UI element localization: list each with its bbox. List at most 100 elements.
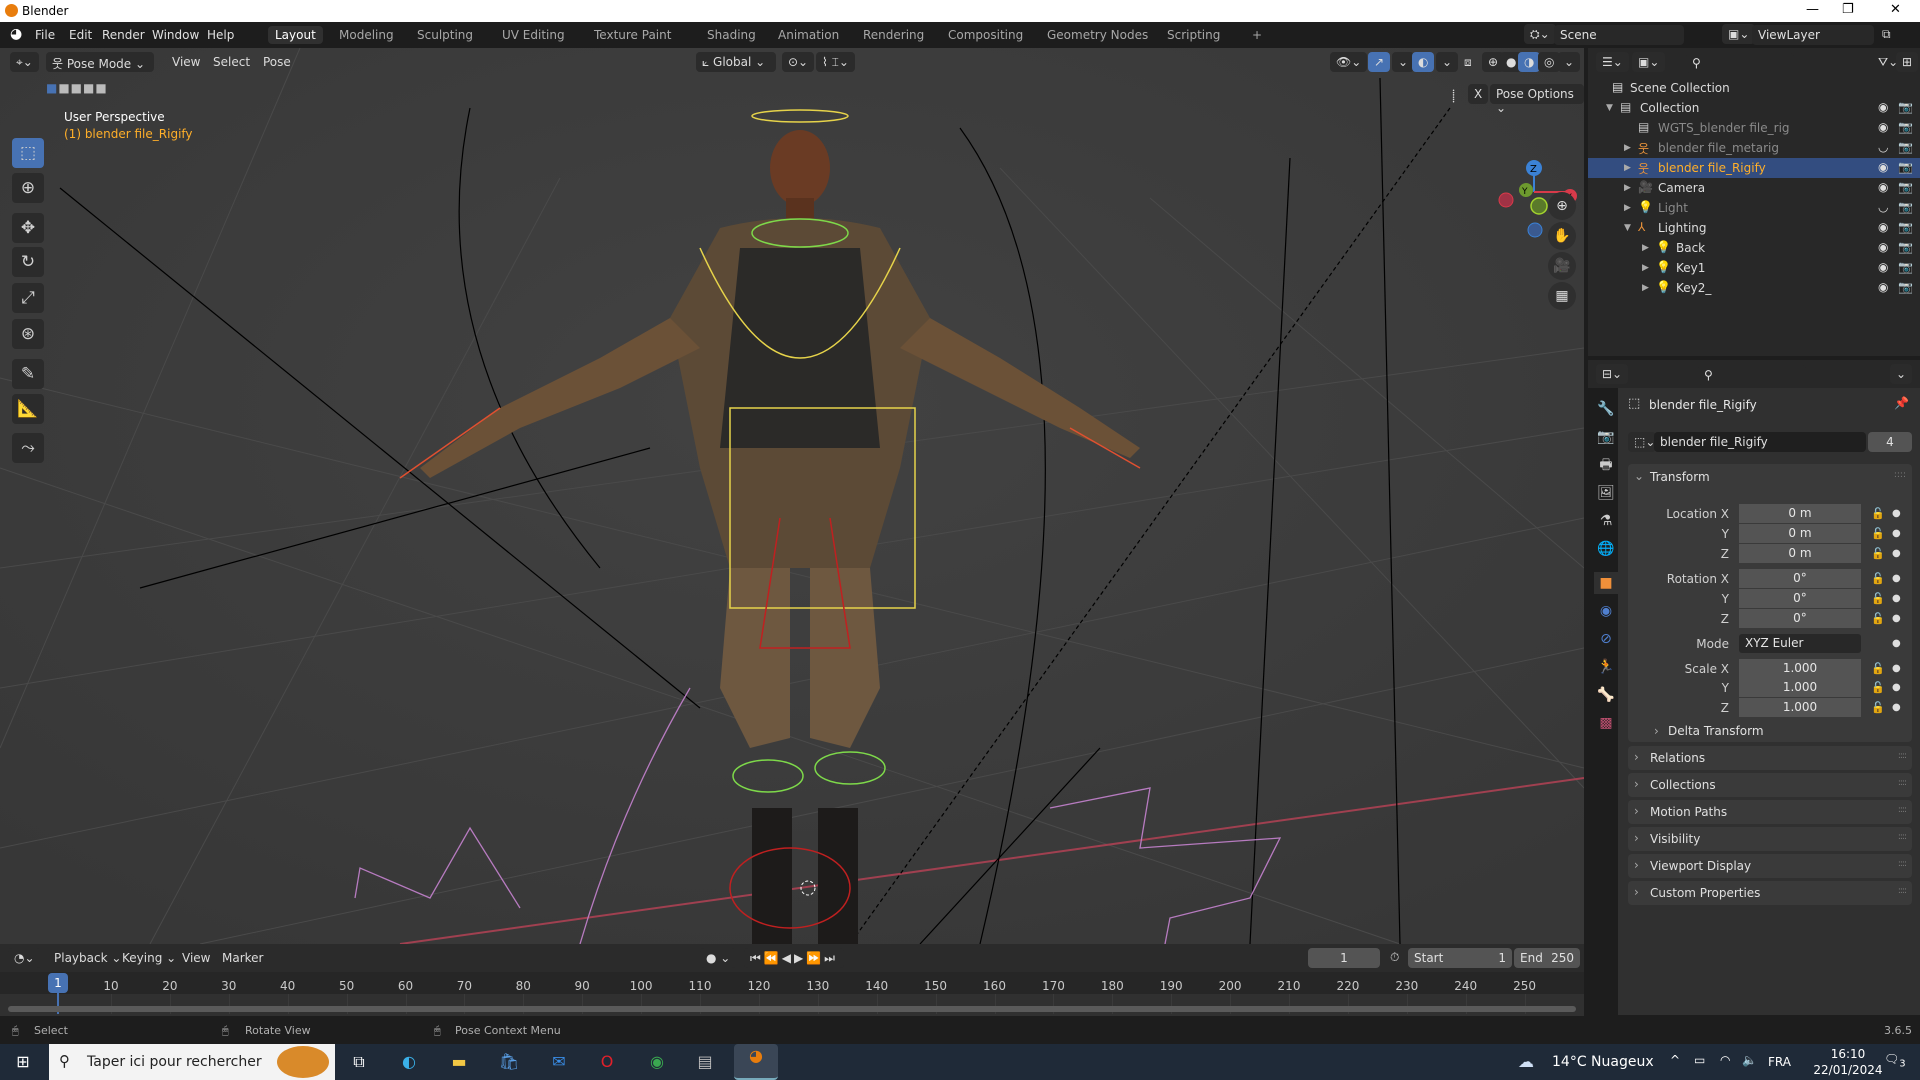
keyframe-dot-icon[interactable]: ●	[1892, 593, 1901, 604]
texture-tab-icon[interactable]: ▩	[1594, 712, 1618, 734]
visibility-eye-icon[interactable]: ◉	[1878, 240, 1888, 254]
workspace-tab[interactable]: UV Editing	[495, 26, 572, 44]
mode-selector[interactable]: 웃 Pose Mode ⌄	[46, 52, 154, 72]
panel-grip-icon[interactable]: ::::	[1898, 805, 1907, 815]
expand-arrow-icon[interactable]: ▼	[1624, 223, 1631, 233]
current-frame-field[interactable]: 1	[1308, 948, 1380, 968]
view-layer-tab-icon[interactable]: 🖼	[1594, 482, 1618, 504]
scene-name-field[interactable]: Scene	[1554, 25, 1684, 45]
meet-icon[interactable]: ▭	[1694, 1053, 1705, 1067]
menu-help[interactable]: Help	[207, 28, 234, 42]
bone-roll-tool-icon[interactable]: ⤳	[12, 433, 44, 463]
render-camera-icon[interactable]: 📷	[1898, 120, 1913, 134]
x-mirror-toggle[interactable]: X	[1468, 84, 1489, 104]
properties-editor-type-icon[interactable]: ⊟⌄	[1596, 364, 1629, 384]
language-indicator[interactable]: FRA	[1768, 1055, 1791, 1069]
output-tab-icon[interactable]: 🖶	[1594, 454, 1618, 476]
constraints-tab-icon[interactable]: ⊘	[1594, 628, 1618, 650]
workspace-tab[interactable]: Layout	[268, 26, 323, 44]
visibility-eye-icon[interactable]: ◉	[1878, 120, 1888, 134]
overlay-toggle-icon[interactable]: ◐	[1412, 52, 1435, 72]
keyframe-dot-icon[interactable]: ●	[1892, 702, 1901, 713]
outliner-item[interactable]: ▼ ▤ Collection ◉ 📷	[1588, 98, 1920, 118]
scene-tab-icon[interactable]: ⚗	[1594, 510, 1618, 532]
expand-arrow-icon[interactable]: ▶	[1642, 283, 1649, 293]
render-camera-icon[interactable]: 📷	[1898, 180, 1913, 194]
visibility-eye-icon[interactable]: ◉	[1878, 180, 1888, 194]
clock-date[interactable]: 22/01/2024	[1800, 1063, 1896, 1077]
viewlayer-icon[interactable]: ▣⌄	[1722, 24, 1756, 44]
viewlayer-name-field[interactable]: ViewLayer	[1752, 25, 1874, 45]
windows-start-icon[interactable]: ⊞	[10, 1050, 36, 1074]
close-button[interactable]: ✕	[1890, 2, 1901, 17]
playback-controls[interactable]: ⏮⏪◀▶⏩⏭	[744, 948, 844, 968]
measure-tool-icon[interactable]: 📐	[12, 394, 44, 424]
editor-type-icon[interactable]: ⌖⌄	[10, 52, 39, 72]
visibility-eye-icon[interactable]: ◡	[1878, 200, 1888, 214]
transform-tool-icon[interactable]: ⊛	[12, 319, 44, 349]
panel-grip-icon[interactable]: ::::	[1894, 470, 1906, 480]
wifi-icon[interactable]: ◠	[1720, 1053, 1730, 1067]
outliner-item[interactable]: ▶ 웃 blender file_Rigify ◉ 📷	[1588, 158, 1920, 178]
workspace-tab[interactable]: Compositing	[941, 26, 1030, 44]
panel-grip-icon[interactable]: ::::	[1898, 859, 1907, 869]
outliner-search-input[interactable]: ⚲	[1686, 53, 1794, 73]
xray-icon[interactable]: ⧈	[1458, 52, 1478, 72]
property-value-field[interactable]: 1.000	[1739, 659, 1861, 678]
tray-chevron-icon[interactable]: ^	[1670, 1053, 1680, 1067]
lock-icon[interactable]: 🔓	[1871, 592, 1885, 605]
keyframe-dot-icon[interactable]: ●	[1892, 573, 1901, 584]
task-view-icon[interactable]: ⧉	[346, 1050, 372, 1074]
weather-text[interactable]: 14°C Nuageux	[1552, 1054, 1654, 1070]
panel-grip-icon[interactable]: ::::	[1898, 886, 1907, 896]
pan-hand-icon[interactable]: ✋	[1548, 222, 1576, 250]
menu-file[interactable]: File	[35, 28, 55, 42]
select-box-tool-icon[interactable]: ⬚	[12, 138, 44, 168]
rotate-tool-icon[interactable]: ↻	[12, 247, 44, 277]
workspace-tab[interactable]: Texture Paint	[587, 26, 678, 44]
property-value-field[interactable]: 0°	[1739, 609, 1861, 628]
workspace-tab[interactable]: +	[1245, 26, 1269, 44]
expand-arrow-icon[interactable]: ▶	[1642, 243, 1649, 253]
cursor-tool-icon[interactable]: ⊕	[12, 173, 44, 203]
mirror-icon[interactable]: ⸽	[1446, 84, 1461, 104]
properties-panel[interactable]: › Collections::::	[1628, 773, 1912, 797]
start-frame-field[interactable]: Start 1	[1408, 948, 1512, 968]
zoom-icon[interactable]: ⊕	[1548, 192, 1576, 220]
move-tool-icon[interactable]: ✥	[12, 213, 44, 243]
object-tab-icon[interactable]: ■	[1594, 572, 1618, 594]
properties-panel[interactable]: › Custom Properties::::	[1628, 881, 1912, 905]
render-camera-icon[interactable]: 📷	[1898, 280, 1913, 294]
volume-icon[interactable]: 🔈	[1742, 1053, 1757, 1067]
orientation-selector[interactable]: ⟀ Global ⌄	[696, 52, 776, 72]
ortho-grid-icon[interactable]: ▦	[1548, 282, 1576, 310]
panel-grip-icon[interactable]: ::::	[1898, 751, 1907, 761]
data-browse-icon[interactable]: ⬚⌄	[1628, 432, 1656, 452]
mail-icon[interactable]: ✉	[546, 1050, 572, 1074]
property-value-field[interactable]: 0 m	[1739, 504, 1861, 523]
delta-transform-subpanel[interactable]: Delta Transform	[1668, 724, 1764, 738]
workspace-tab[interactable]: Geometry Nodes	[1040, 26, 1155, 44]
render-camera-icon[interactable]: 📷	[1898, 200, 1913, 214]
outliner-item[interactable]: ▼ ⅄ Lighting ◉ 📷	[1588, 218, 1920, 238]
properties-options-dropdown[interactable]: ⌄	[1890, 364, 1913, 384]
visibility-eye-icon[interactable]: ◉	[1878, 100, 1888, 114]
keyframe-dot-icon[interactable]: ●	[1892, 528, 1901, 539]
menu-select[interactable]: Select	[207, 52, 256, 72]
keyframe-dot-icon[interactable]: ●	[1892, 508, 1901, 519]
timeline-editor-icon[interactable]: ◔⌄	[8, 948, 41, 968]
property-value-field[interactable]: 0°	[1739, 589, 1861, 608]
visibility-eye-icon[interactable]: ◉	[1878, 220, 1888, 234]
file-explorer-icon[interactable]: ▬	[446, 1050, 472, 1074]
clock-time[interactable]: 16:10	[1820, 1047, 1876, 1061]
properties-panel[interactable]: › Viewport Display::::	[1628, 854, 1912, 878]
keyframe-dot-icon[interactable]: ●	[1892, 548, 1901, 559]
menu-edit[interactable]: Edit	[69, 28, 92, 42]
expand-arrow-icon[interactable]: ▼	[1606, 103, 1613, 113]
physics-tab-icon[interactable]: ◉	[1594, 600, 1618, 622]
menu-window[interactable]: Window	[152, 28, 199, 42]
render-camera-icon[interactable]: 📷	[1898, 160, 1913, 174]
render-camera-icon[interactable]: 📷	[1898, 240, 1913, 254]
lock-icon[interactable]: 🔓	[1871, 701, 1885, 714]
app-icon[interactable]: ▤	[692, 1050, 718, 1074]
